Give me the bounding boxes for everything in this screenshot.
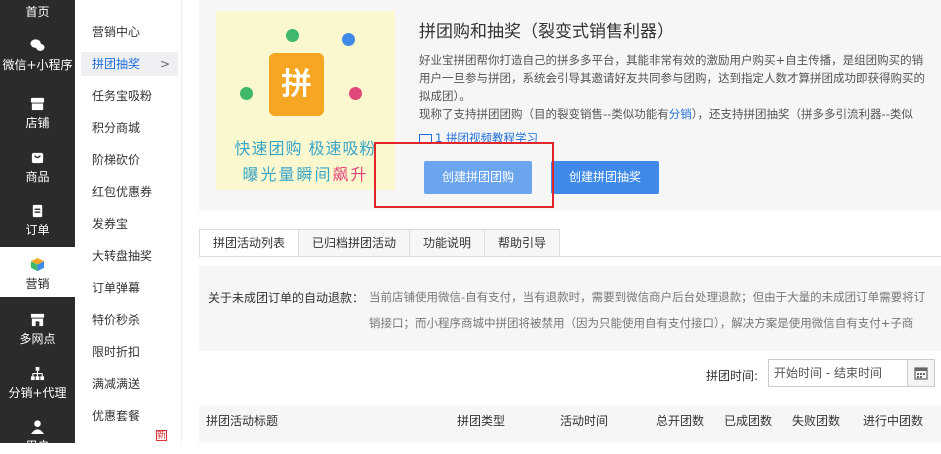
submenu-item[interactable]: 大转盘抽奖 (81, 244, 178, 268)
pin-tile-icon: 拼 (269, 53, 324, 116)
nav-item-multi-store[interactable]: 多网点 (0, 312, 75, 352)
user-icon (30, 420, 45, 434)
nav-item-user[interactable]: 用户 (0, 419, 75, 453)
main-content: 拼 快速团购 极速吸粉 曝光量瞬间飙升 拼团购和抽奖（裂变式销售利器） 好业宝拼… (199, 0, 941, 443)
banner-slogan-1: 快速团购 极速吸粉 (234, 139, 377, 158)
chevron-right-icon: > (159, 57, 170, 71)
notice-label: 关于未成团订单的自动退款： (208, 291, 365, 305)
col-total: 总开团数 (656, 414, 705, 428)
calendar-button[interactable] (907, 359, 935, 387)
multi-store-icon (30, 313, 45, 327)
submenu-item[interactable]: 积分商城 (81, 116, 178, 140)
nav-label: 店铺 (25, 116, 50, 130)
nav-item-store[interactable]: 店铺 (0, 96, 75, 136)
feature-banner-image: 拼 快速团购 极速吸粉 曝光量瞬间飙升 (216, 11, 395, 190)
submenu-item[interactable]: 红包优惠券 (81, 180, 178, 204)
nav-label: 微信+小程序 (2, 58, 73, 72)
refund-notice: 关于未成团订单的自动退款： 当前店铺使用微信-自有支付，当有退款时，需要到微信商… (199, 266, 941, 351)
marketing-submenu: 营销中心 拼团抽奖 > 任务宝吸粉 积分商城 阶梯砍价 红包优惠券 发券宝 大转盘… (75, 0, 182, 443)
target-icon (240, 87, 253, 100)
nav-item-order[interactable]: 订单 (0, 203, 75, 243)
tab-bar: 拼团活动列表 已归档拼团活动 功能说明 帮助引导 (199, 229, 561, 257)
calendar-icon (914, 367, 928, 380)
submenu-item[interactable]: 满减满送 (81, 372, 178, 396)
nav-item-marketing[interactable]: 营销 (0, 247, 75, 297)
date-range-input[interactable]: 开始时间 - 结束时间 (768, 359, 908, 387)
create-group-lottery-button[interactable]: 创建拼团抽奖 (551, 161, 659, 194)
col-type: 拼团类型 (457, 414, 506, 428)
col-ongoing: 进行中团数 (863, 414, 924, 428)
notice-text-1: 当前店铺使用微信-自有支付，当有退款时，需要到微信商户后台处理退款；但由于大量的… (369, 290, 926, 304)
tab-activity-list[interactable]: 拼团活动列表 (200, 230, 300, 257)
submenu-item[interactable]: 营销中心 (81, 20, 178, 44)
submenu-item[interactable]: 特价秒杀 (81, 308, 178, 332)
nav-label: 首页 (25, 5, 50, 19)
submenu-item[interactable]: 任务宝吸粉 (81, 84, 178, 108)
date-filter-label: 拼团时间: (706, 369, 759, 383)
feature-description: 好业宝拼团帮你打造自己的拼多多平台，其能非常有效的激励用户购买+自主传播，是组团… (419, 53, 925, 121)
submenu-item[interactable]: 优惠套餐 (81, 404, 178, 428)
nav-item-goods[interactable]: 商品 (0, 150, 75, 190)
col-failed: 失败团数 (792, 414, 841, 428)
marketing-cube-icon (30, 257, 45, 272)
submenu-item[interactable]: 订单弹幕 (81, 276, 178, 300)
shield-icon (342, 33, 355, 46)
tab-description[interactable]: 功能说明 (410, 230, 486, 257)
banner-slogan-2: 曝光量瞬间飙升 (242, 165, 369, 184)
submenu-item[interactable]: 发券宝 (81, 212, 178, 236)
col-title: 拼团活动标题 (206, 414, 279, 428)
nav-item-distribution[interactable]: 分销+代理 (0, 366, 75, 406)
nav-label: 商品 (25, 170, 50, 184)
nav-label: 用户 (25, 439, 50, 453)
feature-title: 拼团购和抽奖（裂变式销售利器） (419, 22, 674, 42)
submenu-item[interactable]: 限时折扣 (81, 340, 178, 364)
nav-label: 订单 (25, 223, 50, 237)
nav-label: 多网点 (19, 332, 56, 346)
activity-table-header: 拼团活动标题 拼团类型 活动时间 总开团数 已成团数 失败团数 进行中团数 (199, 406, 941, 443)
wechat-icon (30, 39, 45, 51)
col-success: 已成团数 (724, 414, 773, 428)
notice-text-2: 销接口；而小程序商城中拼团将被禁用（因为只能使用自有支付接口），解决方案是使用微… (369, 316, 914, 330)
feature-intro-panel: 拼 快速团购 极速吸粉 曝光量瞬间飙升 拼团购和抽奖（裂变式销售利器） 好业宝拼… (199, 0, 941, 211)
submenu-item[interactable]: 阶梯砍价 (81, 148, 178, 172)
tab-help[interactable]: 帮助引导 (485, 230, 561, 257)
nav-item-wechat[interactable]: 微信+小程序 (0, 38, 75, 82)
chart-icon (286, 29, 299, 42)
distribution-icon (30, 366, 45, 381)
nav-item-home[interactable]: 首页 (0, 0, 75, 26)
tab-archived[interactable]: 已归档拼团活动 (299, 230, 411, 257)
submenu-item-group-buy[interactable]: 拼团抽奖 > (81, 52, 178, 76)
goods-icon (31, 152, 44, 164)
store-icon (30, 97, 45, 111)
person-icon (349, 87, 362, 100)
order-icon (32, 204, 43, 218)
new-badge: 新 (156, 430, 167, 441)
main-sidebar: 首页 微信+小程序 店铺 商品 订单 营销 多网点 分销+代理 用户 (0, 0, 75, 453)
col-time: 活动时间 (560, 414, 609, 428)
highlight-box (374, 142, 554, 208)
distribution-link[interactable]: 分销 (669, 107, 692, 121)
nav-label: 分销+代理 (8, 386, 67, 400)
tab-divider (199, 256, 941, 257)
nav-label: 营销 (25, 277, 50, 291)
